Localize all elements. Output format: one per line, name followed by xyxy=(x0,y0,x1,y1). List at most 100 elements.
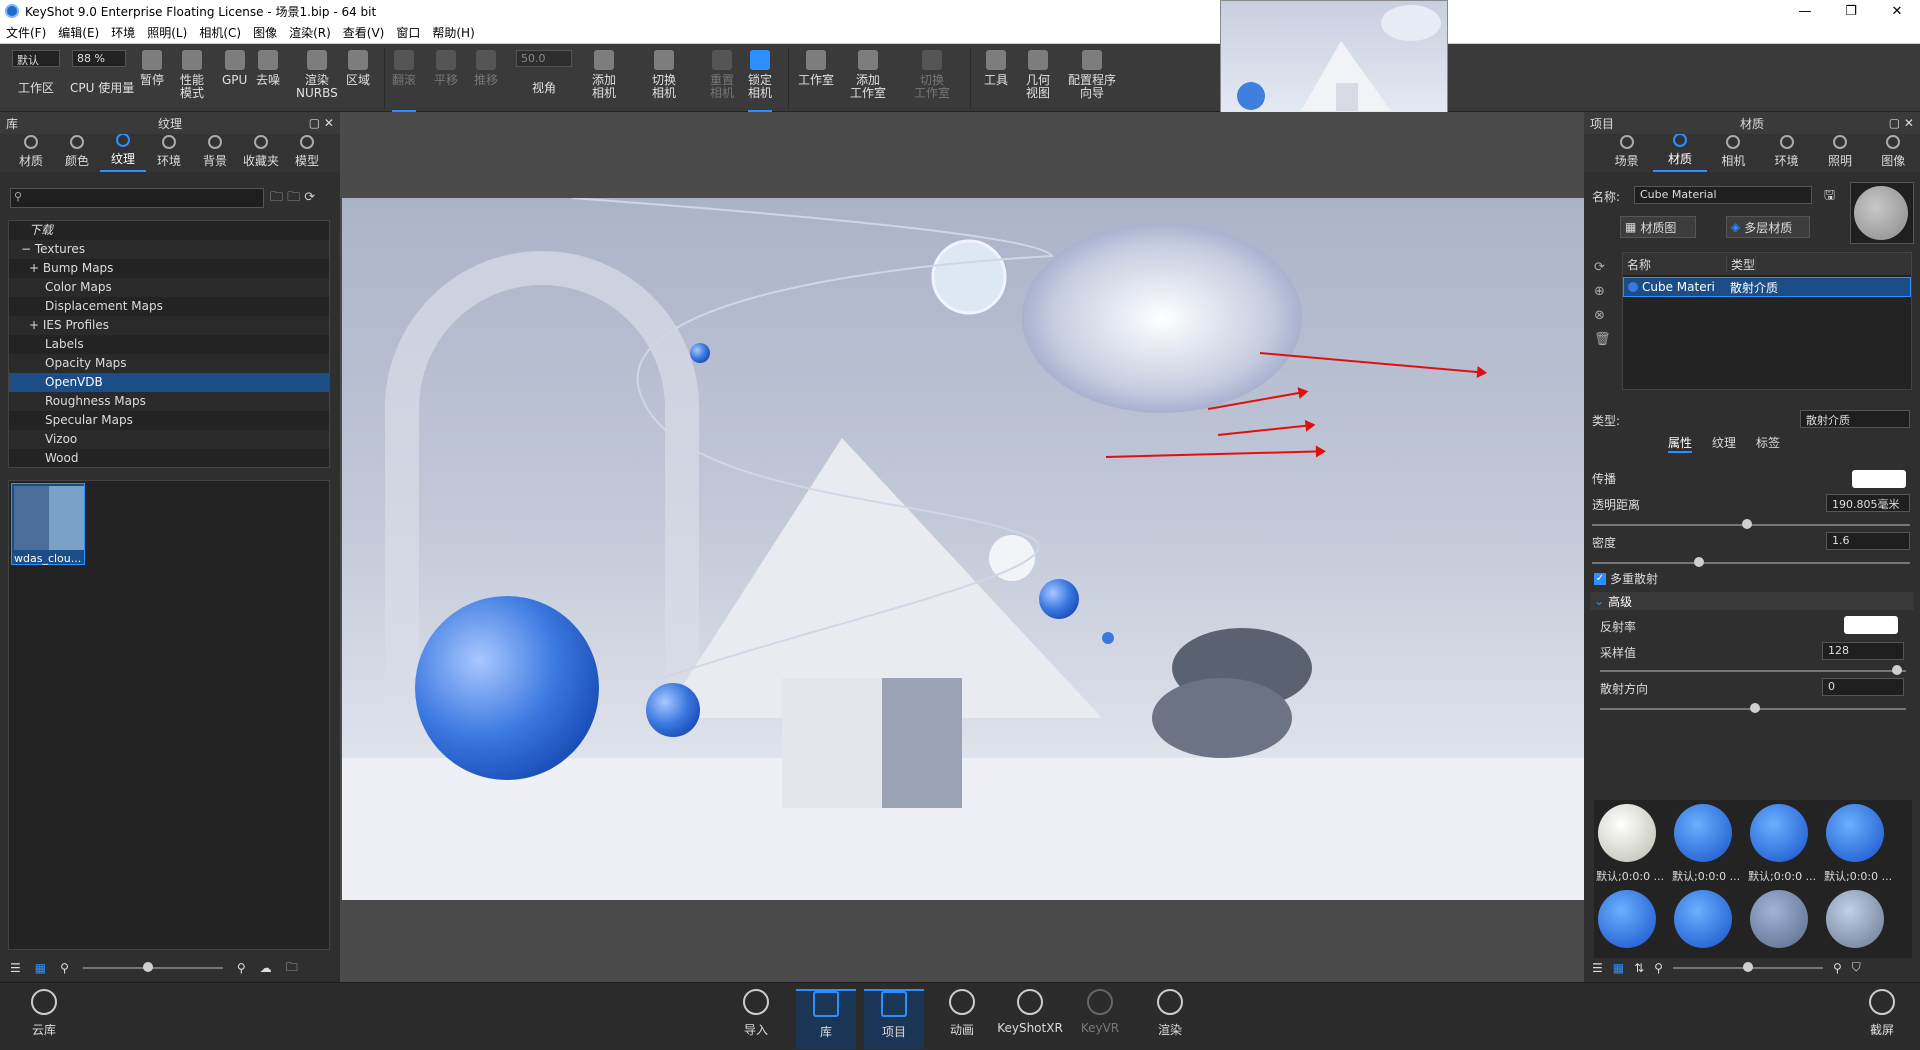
slider-knob[interactable] xyxy=(1892,665,1902,675)
maximize-button[interactable]: ❐ xyxy=(1828,0,1874,22)
render-nurbs-button[interactable]: 渲染 NURBS xyxy=(296,50,338,100)
tree-item-wood[interactable]: Wood xyxy=(9,449,329,468)
material-thumb-ball[interactable] xyxy=(1674,890,1732,948)
denoise-button[interactable]: 去噪 xyxy=(256,50,280,87)
lock-camera-button[interactable]: 锁定 相机 xyxy=(748,50,773,112)
keyshotxr-button[interactable]: KeyShotXR xyxy=(997,989,1063,1035)
add-camera-button[interactable]: 添加 相机 xyxy=(592,50,616,100)
material-list-tools[interactable]: ⟳ ⊕ ⊗ 🗑 xyxy=(1594,256,1611,352)
cloud-library-button[interactable]: 云库 xyxy=(14,989,74,1038)
add-studio-button[interactable]: 添加 工作室 xyxy=(850,50,886,100)
close-button[interactable]: ✕ xyxy=(1874,0,1920,22)
material-thumb-ball[interactable] xyxy=(1598,804,1656,862)
expand-icon[interactable]: + xyxy=(29,318,39,332)
screenshot-button[interactable]: 截屏 xyxy=(1852,989,1912,1038)
material-graph-button[interactable]: ▦ 材质图 xyxy=(1620,216,1696,238)
panel-close-icon[interactable]: ▢ ✕ xyxy=(1889,116,1914,130)
menu-edit[interactable]: 编辑(E) xyxy=(52,24,105,41)
pause-button[interactable]: 暂停 xyxy=(140,50,164,87)
tab-image[interactable]: 图像 xyxy=(1867,135,1920,172)
albedo-color-swatch[interactable] xyxy=(1844,616,1898,634)
density-slider[interactable] xyxy=(1592,557,1910,567)
multi-scatter-checkbox[interactable]: ✓ 多重散射 xyxy=(1594,570,1658,587)
slider-knob[interactable] xyxy=(1694,557,1704,567)
grid-view-icon[interactable]: ▦ xyxy=(1613,961,1624,975)
list-view-icon[interactable]: ☰ xyxy=(10,961,21,975)
zoom-out-icon[interactable]: ⚲ xyxy=(1654,961,1663,975)
menu-render[interactable]: 渲染(R) xyxy=(283,24,337,41)
studio-button[interactable]: 工作室 xyxy=(798,50,834,87)
slider-knob[interactable] xyxy=(1750,703,1760,713)
library-search-input[interactable]: ⚲ xyxy=(10,188,264,208)
region-button[interactable]: 区域 xyxy=(346,50,370,87)
tab-models[interactable]: 模型 xyxy=(284,135,330,172)
menu-help[interactable]: 帮助(H) xyxy=(426,24,480,41)
tab-camera[interactable]: 相机 xyxy=(1707,135,1760,172)
tree-item-color-maps[interactable]: Color Maps xyxy=(9,278,329,297)
cloud-upload-icon[interactable]: ☁ xyxy=(260,961,272,975)
switch-camera-button[interactable]: 切换 相机 xyxy=(652,50,676,100)
col-type[interactable]: 类型 xyxy=(1727,255,1757,273)
material-list-row[interactable]: Cube Materi 散射介质 xyxy=(1623,277,1911,297)
samples-slider[interactable] xyxy=(1600,665,1906,675)
tree-item-textures[interactable]: − Textures xyxy=(9,240,329,259)
tab-material[interactable]: 材质 xyxy=(1653,133,1707,172)
material-thumb-ball[interactable] xyxy=(1826,890,1884,948)
folder-icons[interactable]: 🗀 🗀 ⟳ xyxy=(270,188,315,210)
slider-knob[interactable] xyxy=(142,962,153,972)
tools-button[interactable]: 工具 xyxy=(984,50,1008,87)
tree-item-displacement-maps[interactable]: Displacement Maps xyxy=(9,297,329,316)
sort-icon[interactable]: ⇅ xyxy=(1634,961,1644,975)
tab-favorites[interactable]: 收藏夹 xyxy=(238,135,284,172)
menu-view[interactable]: 查看(V) xyxy=(337,24,391,41)
dolly-button[interactable]: 推移 xyxy=(474,50,498,87)
library-asset-thumbnail[interactable]: wdas_clou... xyxy=(11,483,85,565)
transmission-color-swatch[interactable] xyxy=(1852,470,1906,488)
material-name-input[interactable]: Cube Material xyxy=(1634,186,1812,204)
tree-item-roughness-maps[interactable]: Roughness Maps xyxy=(9,392,329,411)
performance-mode-button[interactable]: 性能 模式 xyxy=(180,50,204,100)
pan-button[interactable]: 平移 xyxy=(434,50,458,87)
subtab-labels[interactable]: 标签 xyxy=(1756,434,1780,453)
slider-knob[interactable] xyxy=(1742,961,1753,972)
project-toggle-button[interactable]: 项目 xyxy=(864,989,924,1049)
expand-icon[interactable]: + xyxy=(29,261,39,275)
grid-view-icon[interactable]: ▦ xyxy=(35,961,46,975)
fov-field[interactable]: 50.0 xyxy=(516,50,572,67)
perspective-button[interactable]: 视角 xyxy=(532,82,556,95)
animation-button[interactable]: 动画 xyxy=(932,989,992,1038)
tab-lighting[interactable]: 照明 xyxy=(1813,135,1866,172)
workspace-button[interactable]: 工作区 xyxy=(18,82,54,95)
slider-knob[interactable] xyxy=(1742,519,1752,529)
tree-item-bump-maps[interactable]: + Bump Maps xyxy=(9,259,329,278)
menu-lighting[interactable]: 照明(L) xyxy=(141,24,193,41)
gpu-button[interactable]: GPU xyxy=(222,50,247,87)
minimize-button[interactable]: — xyxy=(1782,0,1828,22)
render-button[interactable]: 渲染 xyxy=(1140,989,1200,1038)
material-thumb-ball[interactable] xyxy=(1750,890,1808,948)
menu-window[interactable]: 窗口 xyxy=(390,24,426,41)
tab-textures[interactable]: 纹理 xyxy=(100,133,146,172)
thumbnail-size-slider[interactable] xyxy=(82,962,223,972)
material-preview[interactable] xyxy=(1850,182,1914,244)
advanced-section-header[interactable]: ⌄ 高级 xyxy=(1590,592,1914,610)
collapse-icon[interactable]: − xyxy=(21,242,31,256)
material-thumb-ball[interactable] xyxy=(1750,804,1808,862)
clear-distance-input[interactable]: 190.805毫米 xyxy=(1826,494,1910,512)
tab-backplates[interactable]: 背景 xyxy=(192,135,238,172)
tree-item-specular-maps[interactable]: Specular Maps xyxy=(9,411,329,430)
configurator-wizard-button[interactable]: 配置程序 向导 xyxy=(1068,50,1116,100)
samples-input[interactable]: 128 xyxy=(1822,642,1904,660)
render-viewport[interactable] xyxy=(340,112,1584,982)
tree-item-vizoo[interactable]: Vizoo xyxy=(9,430,329,449)
subtab-properties[interactable]: 属性 xyxy=(1668,434,1693,453)
scatter-direction-input[interactable]: 0 xyxy=(1822,678,1904,696)
material-thumb-ball[interactable] xyxy=(1674,804,1732,862)
zoom-in-icon[interactable]: ⚲ xyxy=(237,961,246,975)
filter-icon[interactable]: ⛉ xyxy=(1852,960,1861,975)
tab-materials[interactable]: 材质 xyxy=(8,135,54,172)
zoom-in-icon[interactable]: ⚲ xyxy=(1833,961,1842,975)
tab-colors[interactable]: 颜色 xyxy=(54,135,100,172)
menu-file[interactable]: 文件(F) xyxy=(0,24,52,41)
col-name[interactable]: 名称 xyxy=(1623,255,1727,273)
